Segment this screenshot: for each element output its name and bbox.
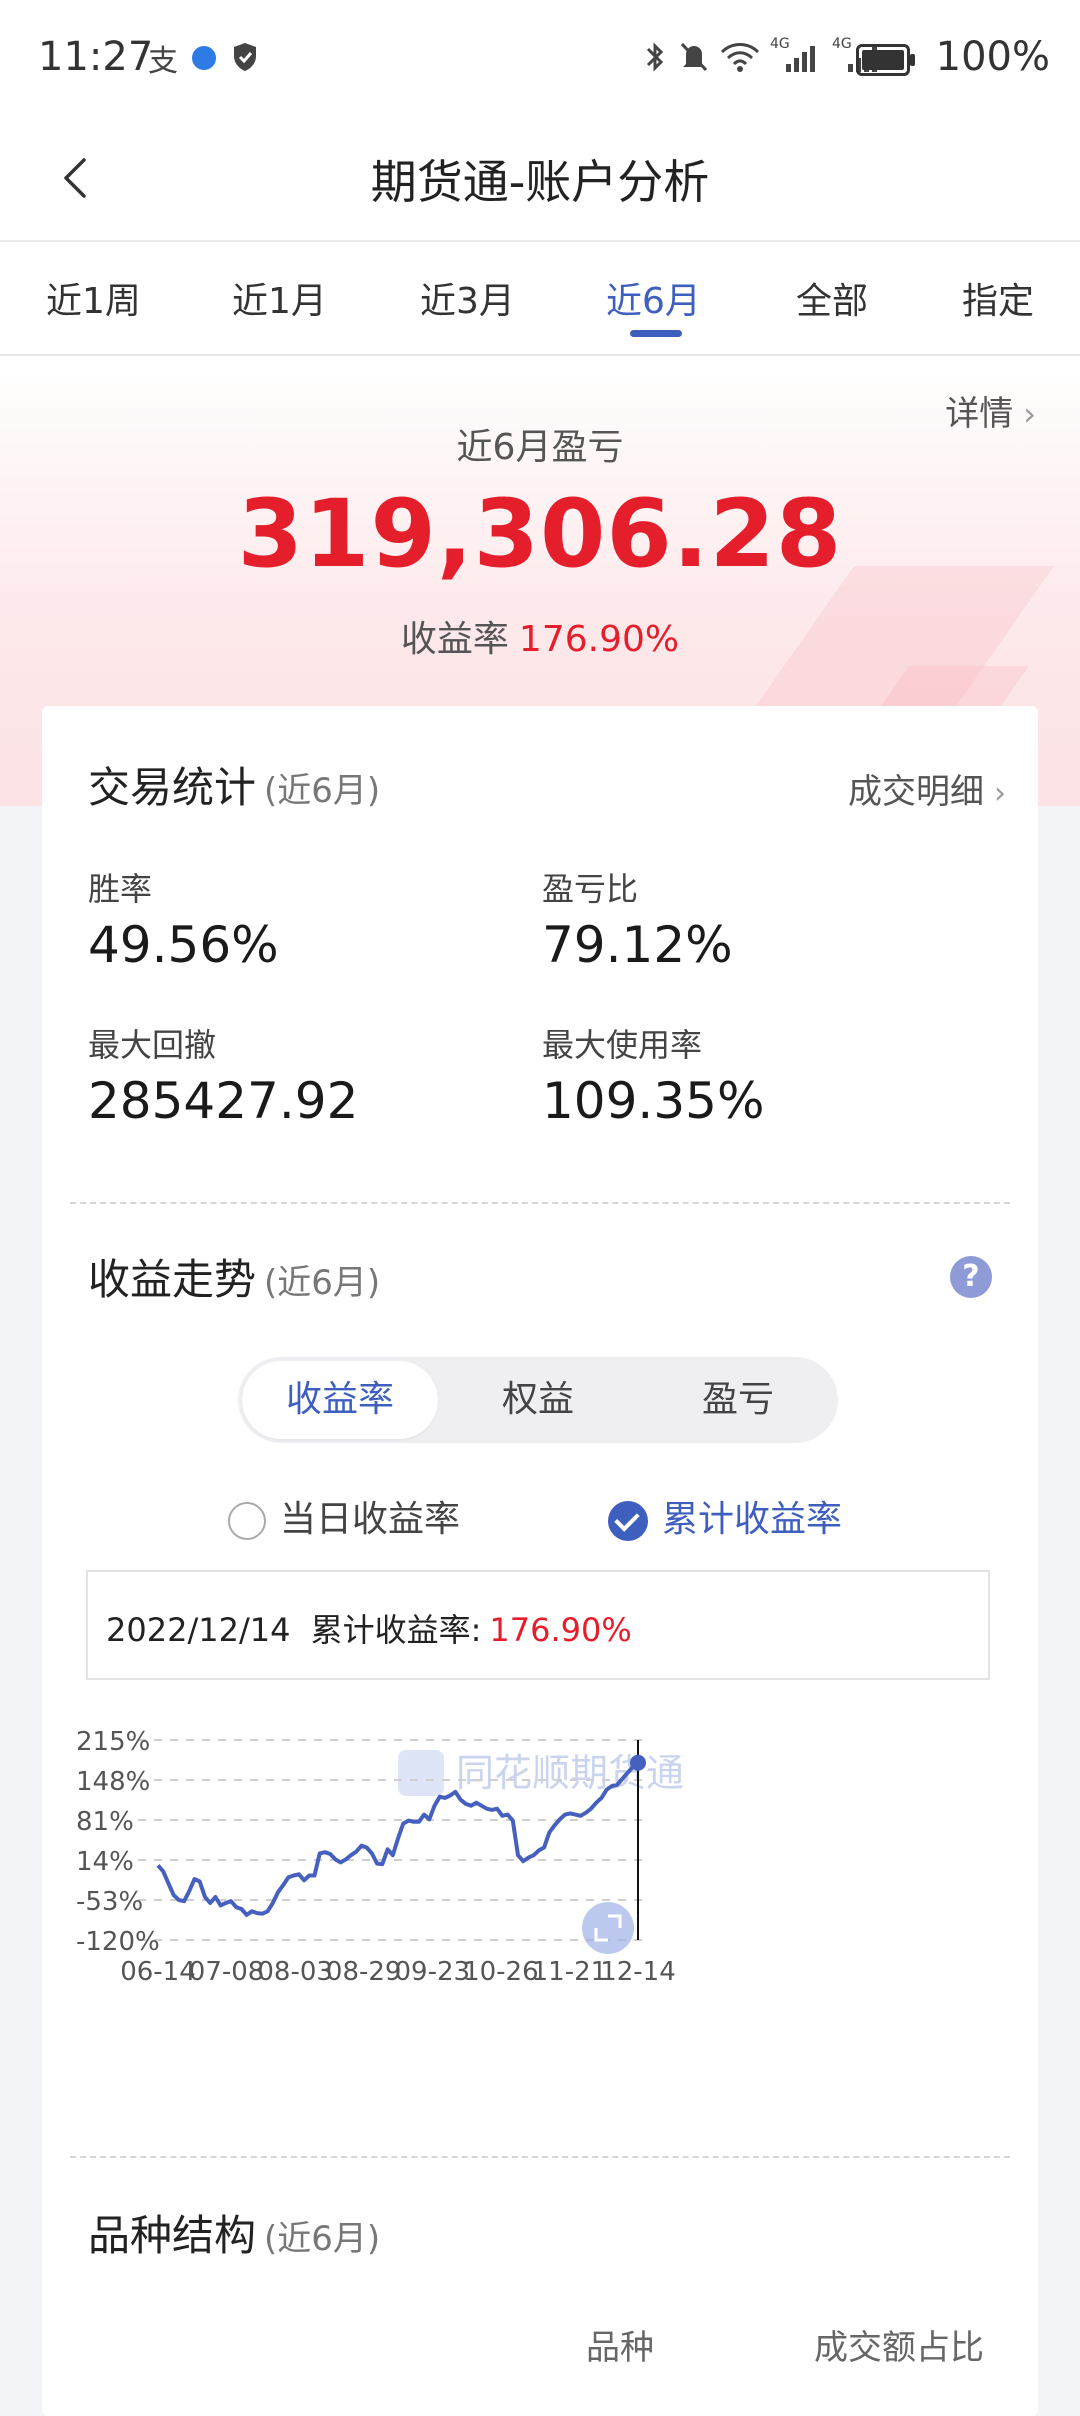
- variety-title: 品种结构 (近6月): [88, 2211, 381, 2260]
- x-tick-label: 10-26: [463, 1957, 539, 1987]
- x-tick-label: 08-03: [257, 1957, 333, 1987]
- win-rate-label: 胜率: [88, 870, 153, 908]
- x-tick-label: 12-14: [600, 1957, 676, 1987]
- trend-title: 收益走势 (近6月): [88, 1255, 381, 1304]
- tab-6-months[interactable]: 近6月: [606, 272, 701, 324]
- status-bar: 11:27 支 4G 4G 100%: [0, 0, 1080, 118]
- y-tick-label: 14%: [76, 1847, 134, 1877]
- tab-custom[interactable]: 指定: [962, 272, 1034, 324]
- signal-icon: 4G: [770, 36, 815, 72]
- tab-all[interactable]: 全部: [796, 272, 868, 324]
- x-tick-label: 11-21: [532, 1957, 608, 1987]
- app-header: 期货通-账户分析: [0, 118, 1080, 242]
- divider: [70, 1202, 1010, 1204]
- trade-stats-title: 交易统计 (近6月): [88, 763, 381, 812]
- tab-3-months[interactable]: 近3月: [420, 272, 515, 324]
- divider: [70, 2156, 1010, 2158]
- watermark-text: 同花顺期货通: [456, 1751, 684, 1795]
- period-tabs: 近1周 近1月 近3月 近6月 全部 指定: [0, 242, 1080, 356]
- segment-equity[interactable]: 权益: [438, 1357, 638, 1443]
- x-tick-label: 06-14: [120, 1957, 196, 1987]
- chevron-right-icon: ›: [994, 776, 1006, 811]
- x-tick-label: 08-29: [326, 1957, 402, 1987]
- max-drawdown-value: 285427.92: [88, 1072, 359, 1130]
- y-tick-label: -53%: [76, 1887, 143, 1917]
- wifi-icon: [720, 43, 760, 72]
- page-title: 期货通-账户分析: [370, 155, 710, 209]
- x-tick-label: 09-23: [395, 1957, 471, 1987]
- watermark: [398, 1750, 444, 1796]
- mute-bell-icon: [680, 42, 708, 72]
- return-trend-chart[interactable]: 同花顺期货通215%148%81%14%-53%-120%06-1407-080…: [62, 1706, 1022, 2096]
- bluetooth-icon: [646, 42, 664, 72]
- status-time: 11:27: [38, 34, 154, 80]
- return-rate: 收益率 176.90%: [400, 619, 680, 660]
- trade-details-link[interactable]: 成交明细 ›: [848, 764, 1006, 813]
- y-tick-label: -120%: [76, 1927, 160, 1957]
- help-icon[interactable]: ?: [950, 1256, 992, 1298]
- pl-ratio-value: 79.12%: [542, 916, 733, 974]
- pl-ratio-label: 盈亏比: [542, 870, 639, 908]
- y-tick-label: 81%: [76, 1807, 134, 1837]
- active-tab-indicator: [630, 330, 682, 337]
- tooltip-label: 累计收益率:: [310, 1611, 482, 1649]
- max-drawdown-label: 最大回撤: [88, 1026, 217, 1064]
- pl-value: 319,306.28: [237, 480, 843, 589]
- x-tick-label: 07-08: [189, 1957, 265, 1987]
- radio-cumulative-return[interactable]: 累计收益率: [608, 1490, 842, 1542]
- browser-icon: [192, 46, 216, 70]
- tab-1-week[interactable]: 近1周: [46, 272, 141, 324]
- shield-icon: [234, 43, 256, 71]
- max-usage-value: 109.35%: [542, 1072, 765, 1130]
- y-tick-label: 148%: [76, 1767, 150, 1797]
- battery-icon: [856, 44, 915, 76]
- segment-pl[interactable]: 盈亏: [638, 1357, 838, 1443]
- radio-daily-return[interactable]: 当日收益率: [228, 1490, 460, 1542]
- alipay-icon: 支: [148, 44, 178, 79]
- radio-checked-icon: [608, 1501, 648, 1541]
- radio-unchecked-icon: [228, 1502, 266, 1540]
- col-variety: 品种: [586, 2328, 654, 2368]
- analysis-card: 交易统计 (近6月) 成交明细 › 胜率 49.56% 盈亏比 79.12% 最大回…: [42, 706, 1038, 2416]
- tooltip-value: 176.90%: [489, 1611, 632, 1649]
- segment-return-rate[interactable]: 收益率: [242, 1361, 438, 1439]
- tooltip-date: 2022/12/14: [106, 1611, 291, 1649]
- y-tick-label: 215%: [76, 1727, 150, 1757]
- expand-button: [582, 1902, 634, 1954]
- max-usage-label: 最大使用率: [542, 1026, 703, 1064]
- tab-1-month[interactable]: 近1月: [232, 272, 327, 324]
- pl-label: 近6月盈亏: [456, 427, 624, 468]
- chart-tooltip-box: 2022/12/14 累计收益率: 176.90%: [86, 1570, 990, 1680]
- win-rate-value: 49.56%: [88, 916, 279, 974]
- metric-segmented-control: 收益率 权益 盈亏: [238, 1357, 838, 1443]
- col-share: 成交额占比: [814, 2328, 984, 2368]
- data-point: [630, 1754, 646, 1771]
- battery-percent: 100%: [935, 34, 1050, 80]
